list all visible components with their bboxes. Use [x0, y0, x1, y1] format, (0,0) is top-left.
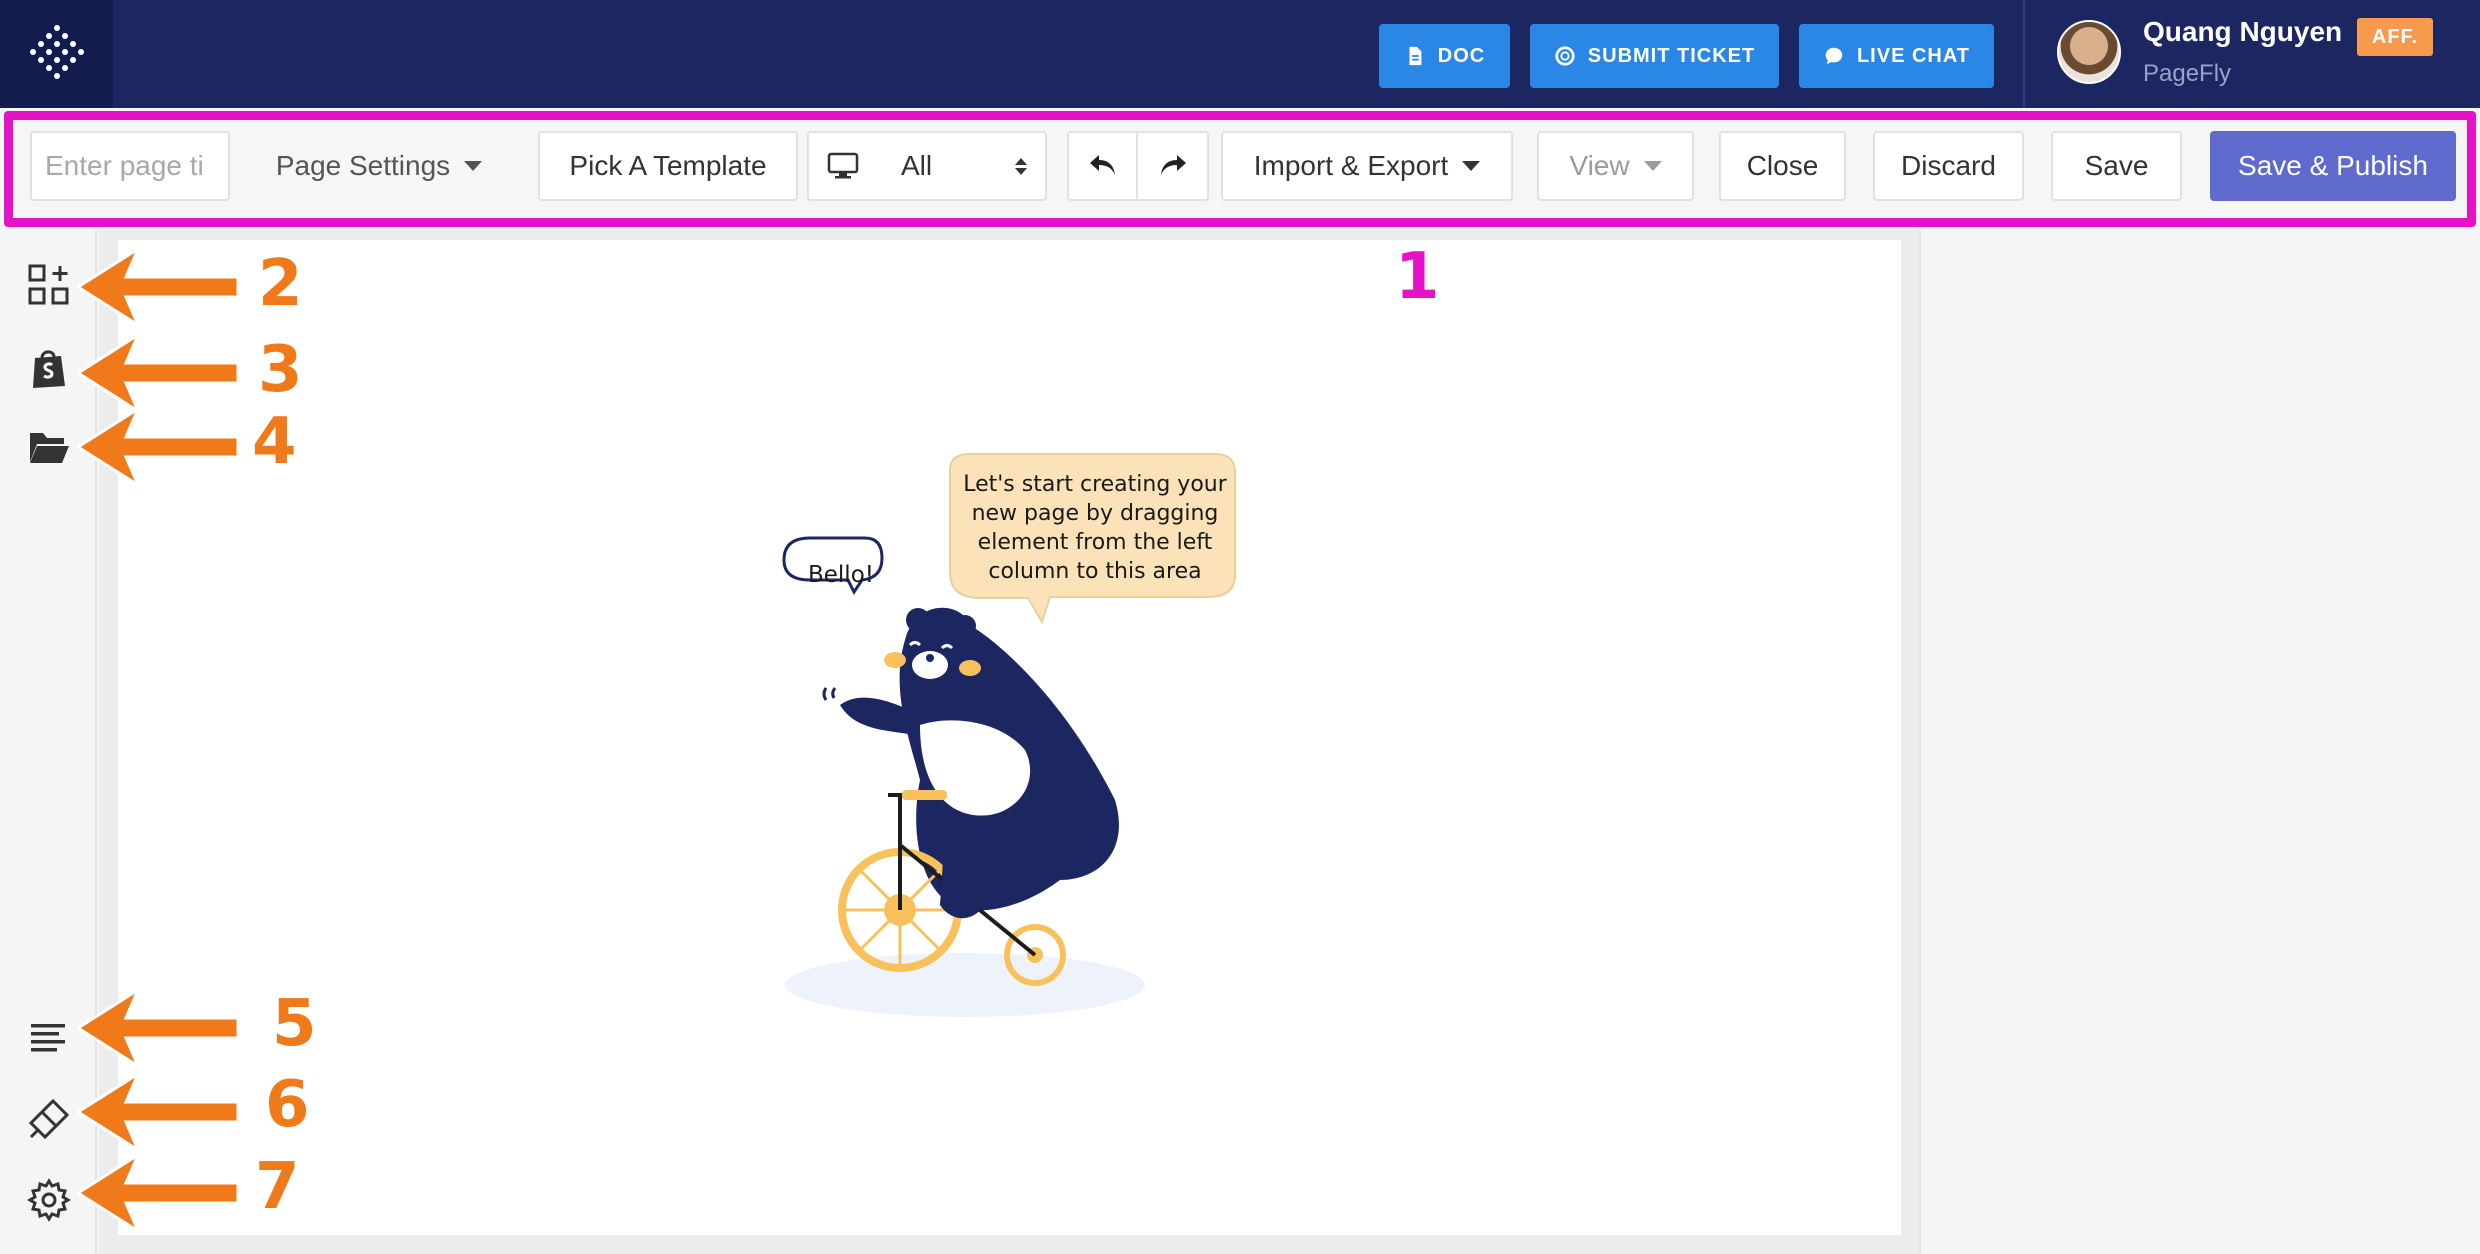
annotation-number-5: 5	[272, 987, 317, 1061]
shopify-button[interactable]	[26, 345, 72, 391]
lifebuoy-icon	[1555, 46, 1575, 66]
eraser-icon	[28, 1098, 70, 1140]
user-name: Quang Nguyen	[2143, 16, 2343, 47]
annotation-number-6: 6	[265, 1068, 310, 1142]
add-element-icon	[28, 264, 69, 305]
folder-open-icon	[30, 433, 69, 463]
user-company: PageFly	[2143, 60, 2232, 87]
annotation-arrow-3	[78, 333, 240, 413]
doc-label: DOC	[1437, 44, 1486, 67]
annotation-number-4: 4	[252, 405, 297, 479]
avatar[interactable]	[2057, 20, 2121, 84]
live-chat-label: LIVE CHAT	[1856, 44, 1971, 67]
annotation-arrow-4	[78, 407, 240, 487]
annotation-number-3: 3	[258, 333, 303, 407]
hello-bubble-text: Bello!	[807, 562, 874, 588]
hint-line-4: column to this area	[988, 559, 1202, 584]
empty-state-hint: Let's start creating your new page by dr…	[955, 470, 1235, 586]
right-panel	[1919, 230, 2480, 1254]
toolbar-highlight-box	[4, 111, 2476, 227]
user-divider	[2023, 0, 2025, 108]
annotation-arrow-7	[78, 1153, 240, 1233]
pagefly-logo[interactable]	[0, 0, 113, 108]
annotation-number-2: 2	[258, 247, 303, 321]
hint-line-2: new page by dragging	[971, 501, 1219, 526]
hint-line-3: element from the left	[977, 530, 1213, 555]
annotation-arrow-6	[78, 1072, 240, 1152]
style-button[interactable]	[26, 1096, 72, 1142]
submit-ticket-button[interactable]: SUBMIT TICKET	[1530, 24, 1779, 88]
doc-button[interactable]: DOC	[1379, 24, 1510, 88]
hint-line-1: Let's start creating your	[963, 472, 1227, 497]
outline-button[interactable]	[26, 1015, 72, 1061]
annotation-number-1: 1	[1395, 240, 1440, 314]
annotation-arrow-2	[78, 247, 240, 327]
shopify-bag-icon	[33, 350, 65, 388]
chat-bubble-icon	[1825, 47, 1843, 65]
logo-diamond-icon	[29, 25, 84, 79]
align-left-icon	[31, 1024, 65, 1052]
submit-ticket-label: SUBMIT TICKET	[1587, 44, 1756, 67]
page-library-button[interactable]	[26, 424, 72, 470]
affiliate-badge: AFF.	[2357, 18, 2433, 56]
document-icon	[1409, 46, 1422, 66]
gear-icon	[27, 1178, 71, 1222]
live-chat-button[interactable]: LIVE CHAT	[1799, 24, 1994, 88]
annotation-arrow-5	[78, 988, 240, 1068]
settings-button[interactable]	[26, 1177, 72, 1223]
annotation-number-7: 7	[255, 1150, 300, 1224]
add-element-button[interactable]	[26, 262, 72, 308]
